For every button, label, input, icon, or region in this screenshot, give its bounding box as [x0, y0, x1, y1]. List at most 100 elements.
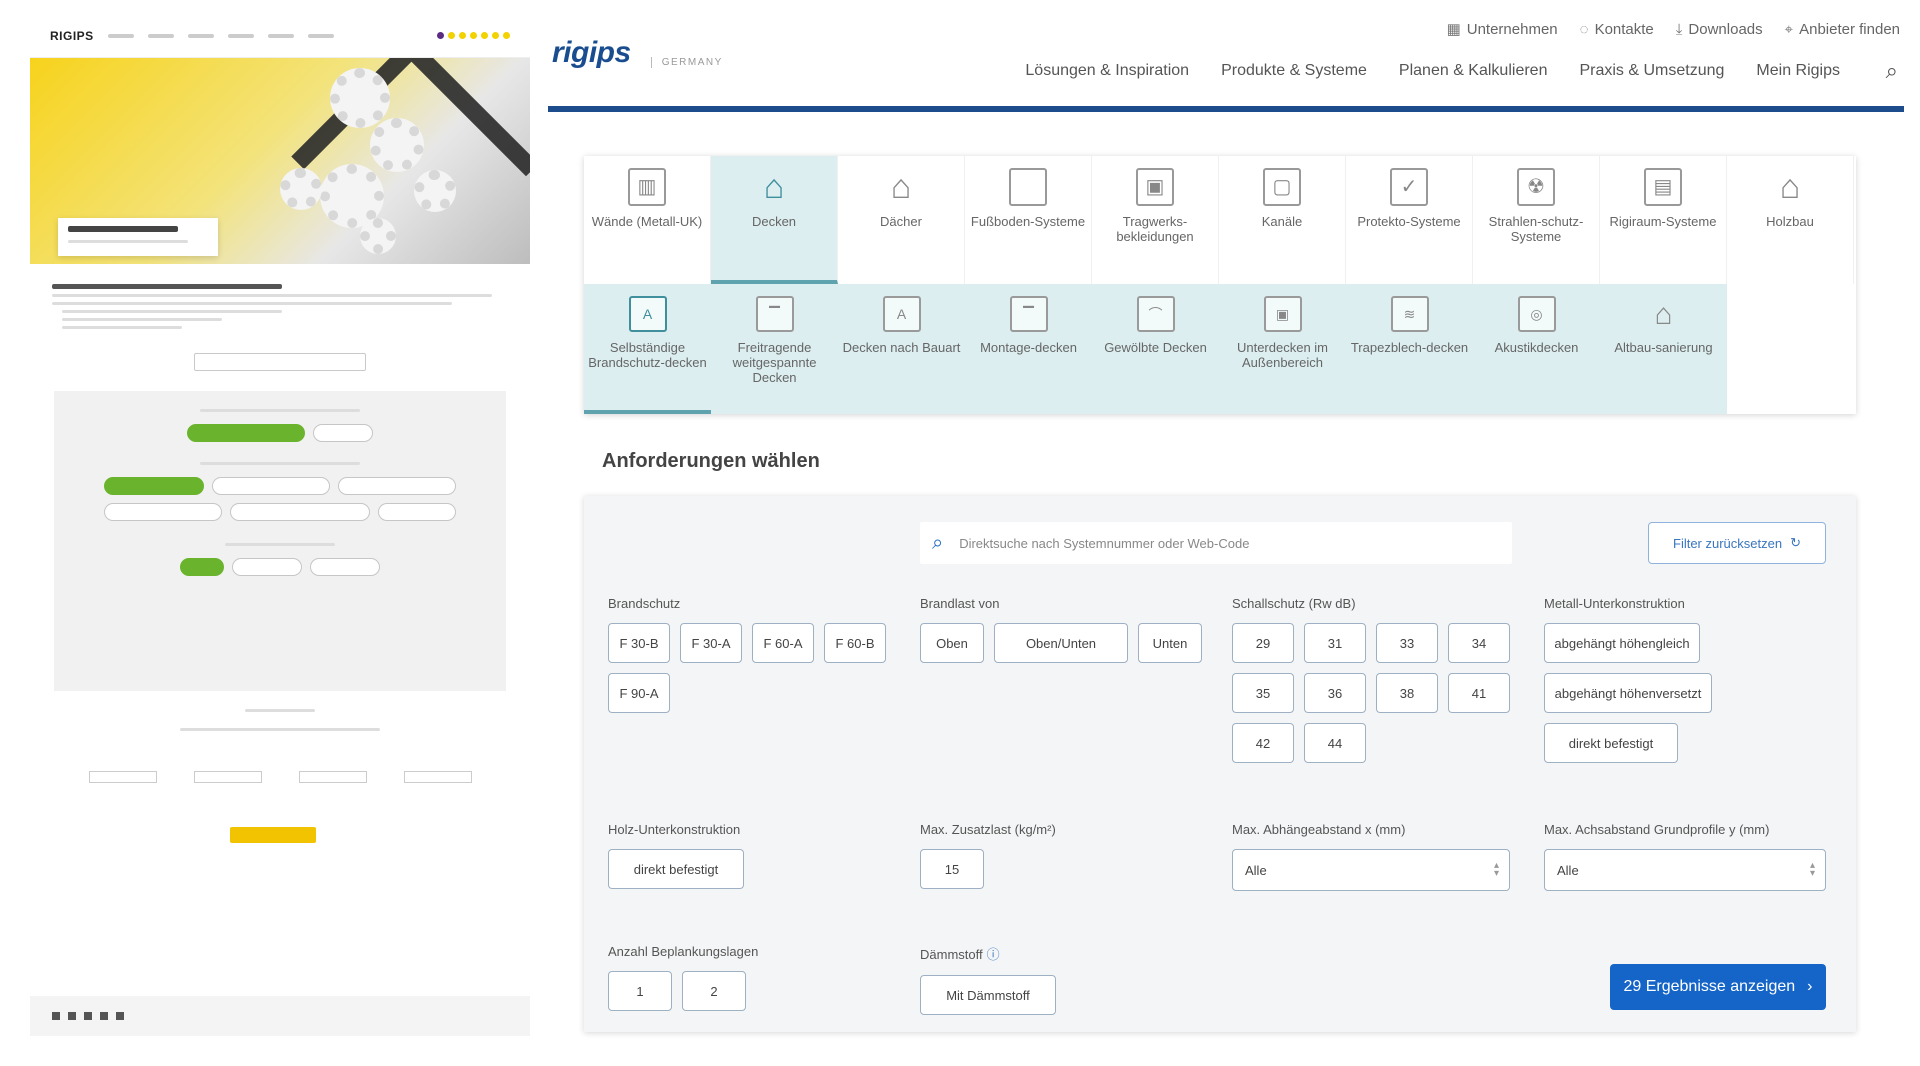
nav-praxis[interactable]: Praxis & Umsetzung: [1579, 62, 1724, 80]
subcategory-bauart[interactable]: A Decken nach Bauart: [838, 284, 965, 414]
chip-db-29[interactable]: 29: [1232, 623, 1294, 663]
type-ceiling-icon: A: [882, 296, 921, 332]
preview-pill[interactable]: [378, 503, 456, 521]
subcategory-aussenbereich[interactable]: ▣ Unterdecken im Außenbereich: [1219, 284, 1346, 414]
room-icon: ▤: [1644, 168, 1682, 206]
category-tragwerk[interactable]: ▣ Tragwerks-bekleidungen: [1092, 156, 1219, 284]
reset-filter-button[interactable]: Filter zurücksetzen ↻: [1648, 522, 1826, 564]
show-results-button[interactable]: 29 Ergebnisse anzeigen ›: [1610, 964, 1826, 1010]
preview-nav-item: [147, 33, 174, 38]
chip-beplankung-2[interactable]: 2: [682, 971, 746, 1011]
trapezoid-ceiling-icon: ≋: [1390, 296, 1429, 332]
info-icon[interactable]: ⓘ: [987, 947, 1000, 962]
subcategory-akustik[interactable]: ◎ Akustikdecken: [1473, 284, 1600, 414]
category-fussboden[interactable]: Fußboden-Systeme: [965, 156, 1092, 284]
rigips-logo[interactable]: rigips GERMANY: [552, 36, 723, 70]
floor-icon: [1009, 168, 1047, 206]
chip-db-38[interactable]: 38: [1376, 673, 1438, 713]
stepper-arrows-icon: ▴ ▾: [1493, 860, 1499, 879]
nav-mein-rigips[interactable]: Mein Rigips: [1756, 62, 1840, 80]
subcategory-montagedecken[interactable]: ▔ Montage-decken: [965, 284, 1092, 414]
preview-gear-icon: [360, 218, 396, 254]
subcategory-gewoelbt[interactable]: ⌒ Gewölbte Decken: [1092, 284, 1219, 414]
abhaengeabstand-select[interactable]: Alle ▴ ▾: [1232, 849, 1510, 891]
category-protekto[interactable]: ✓ Protekto-Systeme: [1346, 156, 1473, 284]
chip-direkt-befestigt-metall[interactable]: direkt befestigt: [1544, 723, 1678, 763]
preview-pill[interactable]: [212, 477, 330, 495]
chip-mit-daemmstoff[interactable]: Mit Dämmstoff: [920, 975, 1056, 1015]
chip-db-41[interactable]: 41: [1448, 673, 1510, 713]
search-icon: ⌕: [932, 531, 944, 554]
preview-pill[interactable]: [180, 558, 224, 576]
utility-link-unternehmen[interactable]: ▦ Unternehmen: [1447, 20, 1558, 39]
category-rigiraum[interactable]: ▤ Rigiraum-Systeme: [1600, 156, 1727, 284]
filter-brandlast: Brandlast von Oben Oben/Unten Unten: [920, 596, 1210, 663]
chip-unten[interactable]: Unten: [1138, 623, 1202, 663]
preview-field[interactable]: [298, 771, 367, 783]
preview-pill[interactable]: [187, 424, 305, 442]
chip-db-44[interactable]: 44: [1304, 723, 1366, 763]
category-strahlenschutz[interactable]: ☢ Strahlen-schutz-Systeme: [1473, 156, 1600, 284]
subcategory-altbau[interactable]: ⌂ Altbau-sanierung: [1600, 284, 1727, 414]
chip-direkt-befestigt-holz[interactable]: direkt befestigt: [608, 849, 744, 889]
category-daecher[interactable]: ⌂ Dächer: [838, 156, 965, 284]
acoustic-ceiling-icon: ◎: [1517, 296, 1556, 332]
nav-planen[interactable]: Planen & Kalkulieren: [1399, 62, 1548, 80]
category-panel: ▥ Wände (Metall-UK) ⌂ Decken ⌂ Dächer Fußbo…: [584, 156, 1856, 414]
chip-oben[interactable]: Oben: [920, 623, 984, 663]
chip-zusatzlast-15[interactable]: 15: [920, 849, 984, 889]
requirements-title: Anforderungen wählen: [602, 450, 820, 472]
fire-ceiling-icon: A: [628, 296, 667, 332]
preview-pill[interactable]: [230, 503, 370, 521]
preview-search-input[interactable]: [194, 353, 366, 371]
preview-social-icon: [84, 1012, 92, 1020]
preview-pill[interactable]: [104, 503, 222, 521]
search-icon[interactable]: ⌕: [1886, 58, 1898, 84]
preview-pill[interactable]: [104, 477, 204, 495]
chip-abgehaengt-hoehenversetzt[interactable]: abgehängt höhenversetzt: [1544, 673, 1712, 713]
preview-field[interactable]: [193, 771, 262, 783]
utility-link-anbieter[interactable]: ⌖ Anbieter finden: [1785, 20, 1900, 38]
category-decken[interactable]: ⌂ Decken: [711, 156, 838, 284]
preview-yellow-button[interactable]: [230, 827, 316, 843]
chip-oben-unten[interactable]: Oben/Unten: [994, 623, 1128, 663]
chip-db-31[interactable]: 31: [1304, 623, 1366, 663]
filter-schallschutz: Schallschutz (Rw dB) 29 31 33 34 35 36 3…: [1232, 596, 1512, 763]
chip-f30a[interactable]: F 30-A: [680, 623, 742, 663]
category-holzbau[interactable]: ⌂ Holzbau: [1727, 156, 1854, 284]
chip-beplankung-1[interactable]: 1: [608, 971, 672, 1011]
preview-pill[interactable]: [338, 477, 456, 495]
chip-db-34[interactable]: 34: [1448, 623, 1510, 663]
chip-db-36[interactable]: 36: [1304, 673, 1366, 713]
category-waende[interactable]: ▥ Wände (Metall-UK): [584, 156, 711, 284]
chip-abgehaengt-hoehengleich[interactable]: abgehängt höhengleich: [1544, 623, 1700, 663]
chip-f30b[interactable]: F 30-B: [608, 623, 670, 663]
preview-social-icon: [68, 1012, 76, 1020]
preview-field[interactable]: [403, 771, 472, 783]
main-nav: Lösungen & Inspiration Produkte & System…: [1025, 62, 1840, 80]
chip-f60a[interactable]: F 60-A: [752, 623, 814, 663]
preview-field[interactable]: [88, 771, 157, 783]
preview-gear-icon: [414, 170, 456, 212]
chip-db-35[interactable]: 35: [1232, 673, 1294, 713]
nav-produkte[interactable]: Produkte & Systeme: [1221, 62, 1367, 80]
chip-db-33[interactable]: 33: [1376, 623, 1438, 663]
download-icon: ⤓: [1675, 20, 1683, 38]
subcategory-trapezblech[interactable]: ≋ Trapezblech-decken: [1346, 284, 1473, 414]
subcategory-freitragend[interactable]: ▔ Freitragende weitgespannte Decken: [711, 284, 838, 414]
category-kanaele[interactable]: ▢ Kanäle: [1219, 156, 1346, 284]
preview-pill[interactable]: [313, 424, 373, 442]
achsabstand-select[interactable]: Alle ▴ ▾: [1544, 849, 1826, 891]
subcategory-brandschutzdecken[interactable]: A Selbständige Brandschutz-decken: [584, 284, 711, 414]
chip-f90a[interactable]: F 90-A: [608, 673, 670, 713]
utility-link-downloads[interactable]: ⤓ Downloads: [1676, 20, 1763, 38]
chip-f60b[interactable]: F 60-B: [824, 623, 886, 663]
nav-loesungen[interactable]: Lösungen & Inspiration: [1025, 62, 1189, 80]
utility-link-kontakte[interactable]: ◌ Kontakte: [1580, 20, 1654, 38]
preview-pill[interactable]: [310, 558, 380, 576]
preview-logo: RIGIPS: [50, 28, 94, 43]
preview-pill[interactable]: [232, 558, 302, 576]
preview-question-panel: [54, 391, 506, 691]
chip-db-42[interactable]: 42: [1232, 723, 1294, 763]
direct-search-input[interactable]: ⌕ Direktsuche nach Systemnummer oder Web…: [920, 522, 1512, 564]
